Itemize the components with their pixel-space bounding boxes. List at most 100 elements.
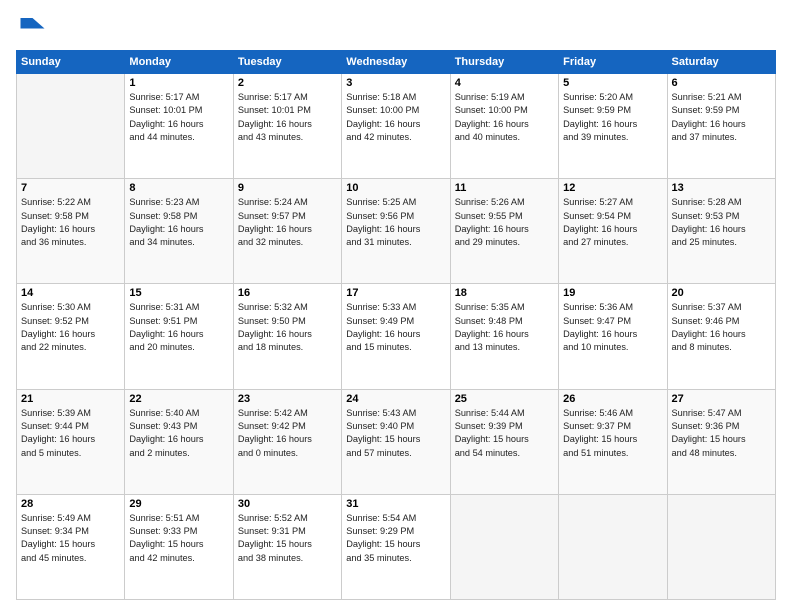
calendar-cell: 24Sunrise: 5:43 AMSunset: 9:40 PMDayligh…: [342, 389, 450, 494]
logo: [16, 12, 48, 42]
day-info: Sunrise: 5:31 AMSunset: 9:51 PMDaylight:…: [129, 301, 228, 354]
calendar-cell: 9 Sunrise: 5:24 AMSunset: 9:57 PMDaylight…: [233, 179, 341, 284]
calendar-week-row: 28 Sunrise: 5:49 AMSunset: 9:34 PMDayligh…: [17, 494, 776, 599]
calendar-cell: 26 Sunrise: 5:46 AMSunset: 9:37 PMDayligh…: [559, 389, 667, 494]
calendar-cell: 27 Sunrise: 5:47 AMSunset: 9:36 PMDayligh…: [667, 389, 775, 494]
calendar-week-row: 1 Sunrise: 5:17 AMSunset: 10:01 PMDayligh…: [17, 74, 776, 179]
day-info: Sunrise: 5:43 AMSunset: 9:40 PMDaylight:…: [346, 407, 445, 460]
day-info: Sunrise: 5:18 AMSunset: 10:00 PMDaylight…: [346, 91, 445, 144]
calendar-cell: 10 Sunrise: 5:25 AMSunset: 9:56 PMDayligh…: [342, 179, 450, 284]
day-number: 1: [129, 77, 228, 89]
day-number: 31: [346, 498, 445, 510]
day-info: Sunrise: 5:17 AMSunset: 10:01 PMDaylight…: [238, 91, 337, 144]
calendar-body: 1 Sunrise: 5:17 AMSunset: 10:01 PMDayligh…: [17, 74, 776, 600]
day-info: Sunrise: 5:36 AMSunset: 9:47 PMDaylight:…: [563, 301, 662, 354]
calendar-cell: 11 Sunrise: 5:26 AMSunset: 9:55 PMDayligh…: [450, 179, 558, 284]
day-number: 3: [346, 77, 445, 89]
calendar-cell: 18Sunrise: 5:35 AMSunset: 9:48 PMDayligh…: [450, 284, 558, 389]
day-info: Sunrise: 5:32 AMSunset: 9:50 PMDaylight:…: [238, 301, 337, 354]
day-info: Sunrise: 5:26 AMSunset: 9:55 PMDaylight:…: [455, 196, 554, 249]
day-number: 4: [455, 77, 554, 89]
calendar-cell: 5 Sunrise: 5:20 AMSunset: 9:59 PMDaylight…: [559, 74, 667, 179]
day-info: Sunrise: 5:47 AMSunset: 9:36 PMDaylight:…: [672, 407, 771, 460]
day-number: 15: [129, 287, 228, 299]
day-number: 10: [346, 182, 445, 194]
day-info: Sunrise: 5:42 AMSunset: 9:42 PMDaylight:…: [238, 407, 337, 460]
calendar-cell: 21Sunrise: 5:39 AMSunset: 9:44 PMDayligh…: [17, 389, 125, 494]
day-info: Sunrise: 5:40 AMSunset: 9:43 PMDaylight:…: [129, 407, 228, 460]
day-number: 6: [672, 77, 771, 89]
calendar-header: SundayMondayTuesdayWednesdayThursdayFrid…: [17, 51, 776, 74]
day-info: Sunrise: 5:21 AMSunset: 9:59 PMDaylight:…: [672, 91, 771, 144]
calendar-cell: 2 Sunrise: 5:17 AMSunset: 10:01 PMDayligh…: [233, 74, 341, 179]
day-number: 7: [21, 182, 120, 194]
day-info: Sunrise: 5:37 AMSunset: 9:46 PMDaylight:…: [672, 301, 771, 354]
calendar-cell: [559, 494, 667, 599]
weekday-row: SundayMondayTuesdayWednesdayThursdayFrid…: [17, 51, 776, 74]
page: SundayMondayTuesdayWednesdayThursdayFrid…: [0, 0, 792, 612]
header: [16, 12, 776, 42]
day-info: Sunrise: 5:25 AMSunset: 9:56 PMDaylight:…: [346, 196, 445, 249]
day-info: Sunrise: 5:51 AMSunset: 9:33 PMDaylight:…: [129, 512, 228, 565]
calendar-cell: 30Sunrise: 5:52 AMSunset: 9:31 PMDayligh…: [233, 494, 341, 599]
logo-icon: [16, 12, 46, 42]
day-number: 12: [563, 182, 662, 194]
calendar-cell: 22 Sunrise: 5:40 AMSunset: 9:43 PMDayligh…: [125, 389, 233, 494]
day-number: 2: [238, 77, 337, 89]
day-number: 5: [563, 77, 662, 89]
calendar-cell: 12Sunrise: 5:27 AMSunset: 9:54 PMDayligh…: [559, 179, 667, 284]
day-number: 22: [129, 393, 228, 405]
day-number: 27: [672, 393, 771, 405]
day-number: 18: [455, 287, 554, 299]
day-info: Sunrise: 5:46 AMSunset: 9:37 PMDaylight:…: [563, 407, 662, 460]
day-number: 26: [563, 393, 662, 405]
calendar-cell: 3 Sunrise: 5:18 AMSunset: 10:00 PMDayligh…: [342, 74, 450, 179]
day-number: 16: [238, 287, 337, 299]
calendar-cell: [17, 74, 125, 179]
day-info: Sunrise: 5:30 AMSunset: 9:52 PMDaylight:…: [21, 301, 120, 354]
calendar-cell: 13Sunrise: 5:28 AMSunset: 9:53 PMDayligh…: [667, 179, 775, 284]
calendar-cell: 14Sunrise: 5:30 AMSunset: 9:52 PMDayligh…: [17, 284, 125, 389]
day-number: 9: [238, 182, 337, 194]
calendar-cell: 7 Sunrise: 5:22 AMSunset: 9:58 PMDaylight…: [17, 179, 125, 284]
weekday-header: Friday: [559, 51, 667, 74]
day-number: 19: [563, 287, 662, 299]
calendar-week-row: 21Sunrise: 5:39 AMSunset: 9:44 PMDayligh…: [17, 389, 776, 494]
weekday-header: Thursday: [450, 51, 558, 74]
calendar-cell: 20 Sunrise: 5:37 AMSunset: 9:46 PMDayligh…: [667, 284, 775, 389]
day-number: 25: [455, 393, 554, 405]
calendar-cell: 25Sunrise: 5:44 AMSunset: 9:39 PMDayligh…: [450, 389, 558, 494]
calendar-cell: 16 Sunrise: 5:32 AMSunset: 9:50 PMDayligh…: [233, 284, 341, 389]
day-info: Sunrise: 5:17 AMSunset: 10:01 PMDaylight…: [129, 91, 228, 144]
day-number: 29: [129, 498, 228, 510]
calendar-cell: 17Sunrise: 5:33 AMSunset: 9:49 PMDayligh…: [342, 284, 450, 389]
day-info: Sunrise: 5:20 AMSunset: 9:59 PMDaylight:…: [563, 91, 662, 144]
day-info: Sunrise: 5:54 AMSunset: 9:29 PMDaylight:…: [346, 512, 445, 565]
day-info: Sunrise: 5:28 AMSunset: 9:53 PMDaylight:…: [672, 196, 771, 249]
calendar-week-row: 7 Sunrise: 5:22 AMSunset: 9:58 PMDaylight…: [17, 179, 776, 284]
day-number: 28: [21, 498, 120, 510]
calendar-cell: [450, 494, 558, 599]
calendar-cell: 31 Sunrise: 5:54 AMSunset: 9:29 PMDayligh…: [342, 494, 450, 599]
calendar-cell: 19 Sunrise: 5:36 AMSunset: 9:47 PMDayligh…: [559, 284, 667, 389]
weekday-header: Saturday: [667, 51, 775, 74]
calendar-cell: 15 Sunrise: 5:31 AMSunset: 9:51 PMDayligh…: [125, 284, 233, 389]
day-info: Sunrise: 5:24 AMSunset: 9:57 PMDaylight:…: [238, 196, 337, 249]
weekday-header: Wednesday: [342, 51, 450, 74]
day-number: 20: [672, 287, 771, 299]
calendar-cell: 23Sunrise: 5:42 AMSunset: 9:42 PMDayligh…: [233, 389, 341, 494]
day-number: 8: [129, 182, 228, 194]
day-info: Sunrise: 5:33 AMSunset: 9:49 PMDaylight:…: [346, 301, 445, 354]
calendar-cell: 4 Sunrise: 5:19 AMSunset: 10:00 PMDayligh…: [450, 74, 558, 179]
day-info: Sunrise: 5:52 AMSunset: 9:31 PMDaylight:…: [238, 512, 337, 565]
day-number: 11: [455, 182, 554, 194]
calendar-cell: [667, 494, 775, 599]
calendar-cell: 6 Sunrise: 5:21 AMSunset: 9:59 PMDaylight…: [667, 74, 775, 179]
day-info: Sunrise: 5:39 AMSunset: 9:44 PMDaylight:…: [21, 407, 120, 460]
weekday-header: Tuesday: [233, 51, 341, 74]
calendar-cell: 29 Sunrise: 5:51 AMSunset: 9:33 PMDayligh…: [125, 494, 233, 599]
day-info: Sunrise: 5:22 AMSunset: 9:58 PMDaylight:…: [21, 196, 120, 249]
day-info: Sunrise: 5:19 AMSunset: 10:00 PMDaylight…: [455, 91, 554, 144]
day-info: Sunrise: 5:49 AMSunset: 9:34 PMDaylight:…: [21, 512, 120, 565]
calendar-cell: 1 Sunrise: 5:17 AMSunset: 10:01 PMDayligh…: [125, 74, 233, 179]
